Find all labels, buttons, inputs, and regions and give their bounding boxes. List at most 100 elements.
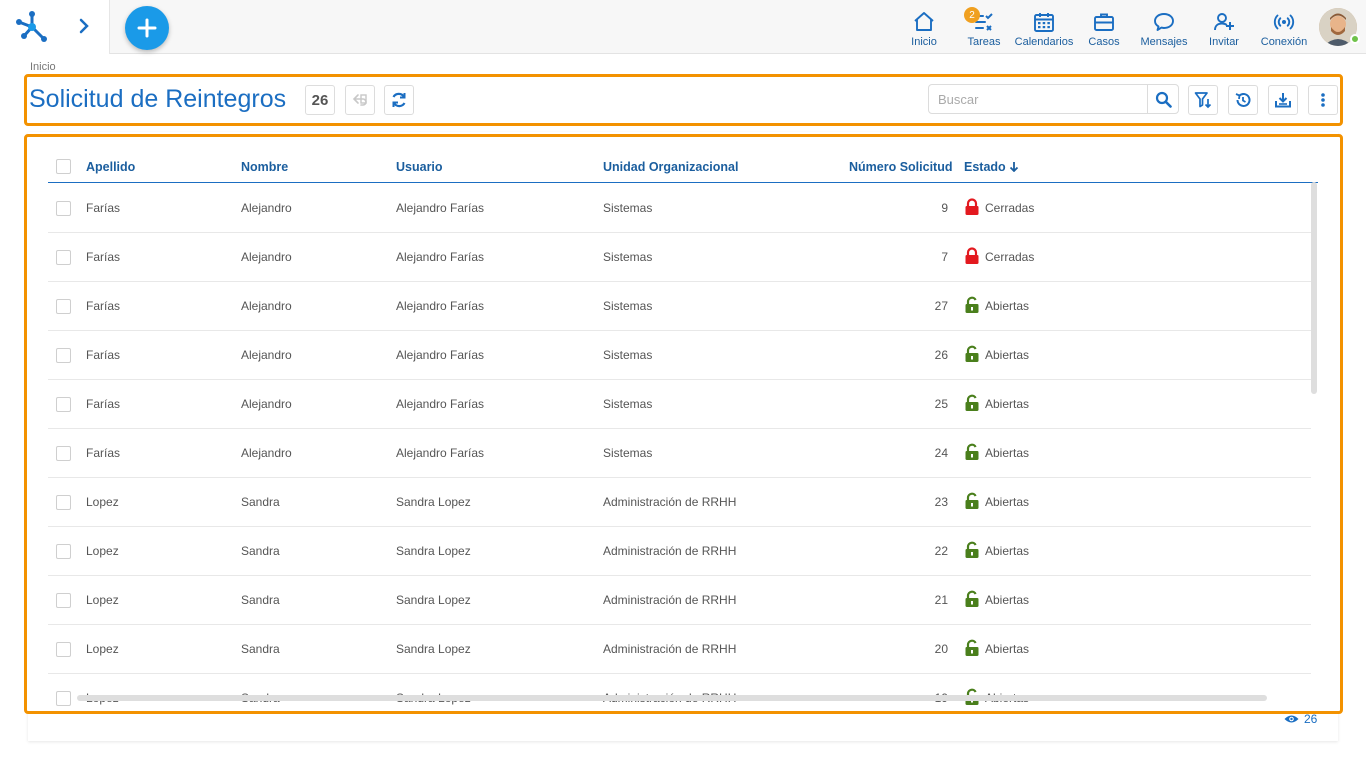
column-header-apellido[interactable]: Apellido <box>86 160 135 174</box>
row-checkbox[interactable] <box>56 250 71 265</box>
history-button[interactable] <box>1228 85 1258 115</box>
history-icon <box>1235 92 1251 107</box>
nav-calendars-label: Calendarios <box>1014 36 1074 48</box>
row-checkbox[interactable] <box>56 544 71 559</box>
lock-open-icon <box>965 345 979 362</box>
cell-apellido: Lopez <box>86 544 119 558</box>
row-checkbox[interactable] <box>56 446 71 461</box>
cell-numero: 25 <box>934 397 948 411</box>
cell-estado: Abiertas <box>985 348 1030 362</box>
nav-tasks[interactable]: Tareas 2 <box>954 0 1014 54</box>
cell-apellido: Farías <box>86 348 121 362</box>
briefcase-icon <box>1094 13 1114 31</box>
select-all-checkbox[interactable] <box>56 159 71 174</box>
cell-unidad: Sistemas <box>603 397 653 411</box>
cell-estado: Abiertas <box>985 642 1030 656</box>
cell-unidad: Sistemas <box>603 348 653 362</box>
breadcrumb[interactable]: Inicio <box>30 61 56 73</box>
cell-estado: Abiertas <box>985 446 1030 460</box>
cell-numero: 20 <box>934 642 948 656</box>
refresh-button[interactable] <box>384 85 414 115</box>
nav-connection-label: Conexión <box>1260 36 1308 48</box>
nav-tasks-label: Tareas <box>967 36 1001 48</box>
table-row[interactable]: Farías Alejandro Alejandro Farías Sistemas 7… <box>48 233 1311 282</box>
more-vertical-icon <box>1321 93 1325 107</box>
column-header-usuario[interactable]: Usuario <box>396 160 443 174</box>
table-row[interactable]: LopezSandraSandra LopezAdministración de… <box>48 625 1311 674</box>
visible-records-count: 26 <box>1304 712 1318 726</box>
row-checkbox[interactable] <box>56 348 71 363</box>
cell-apellido: Lopez <box>86 593 119 607</box>
cell-usuario: Sandra Lopez <box>396 642 471 656</box>
export-button[interactable] <box>1268 85 1298 115</box>
cell-numero: 23 <box>934 495 948 509</box>
nav-cases[interactable]: Casos <box>1074 0 1134 54</box>
column-header-unidad[interactable]: Unidad Organizacional <box>603 160 738 174</box>
cell-estado: Abiertas <box>985 397 1030 411</box>
cell-usuario: Alejandro Farías <box>396 348 485 362</box>
calendar-icon <box>1034 13 1054 32</box>
cell-estado: Abiertas <box>985 495 1030 509</box>
search-button[interactable] <box>1147 84 1179 114</box>
lock-open-icon <box>965 639 979 656</box>
back-button[interactable] <box>345 85 375 115</box>
row-checkbox[interactable] <box>56 691 71 706</box>
cell-unidad: Sistemas <box>603 299 653 313</box>
cell-nombre: Sandra <box>241 495 280 509</box>
cell-nombre: Sandra <box>241 593 280 607</box>
nav-calendars[interactable]: Calendarios <box>1014 0 1074 54</box>
nav-connection[interactable]: Conexión <box>1254 0 1314 54</box>
add-button[interactable] <box>125 6 169 50</box>
lock-closed-icon <box>965 247 979 264</box>
cell-unidad: Administración de RRHH <box>603 593 737 607</box>
chat-bubble-icon <box>1154 13 1174 31</box>
cell-estado: Cerradas <box>985 201 1035 215</box>
table-row[interactable]: Farías Alejandro Alejandro Farías Sistemas 2… <box>48 282 1311 331</box>
list-header-panel: Solicitud de Reintegros 26 <box>24 74 1343 126</box>
cell-usuario: Alejandro Farías <box>396 250 485 264</box>
column-header-numero[interactable]: Número Solicitud <box>849 160 952 174</box>
table-header: Apellido Nombre Usuario Unidad Organizac… <box>48 153 1318 183</box>
sort-descending-icon <box>1010 162 1019 173</box>
column-header-nombre[interactable]: Nombre <box>241 160 288 174</box>
table-row[interactable]: Lopez Sandra Sandra Lopez Administración de… <box>48 576 1311 625</box>
filter-button[interactable] <box>1188 85 1218 115</box>
page-title: Solicitud de Reintegros <box>29 85 287 113</box>
app-logo-icon[interactable] <box>14 9 50 45</box>
filter-sort-icon <box>1194 92 1212 109</box>
nav-home-label: Inicio <box>911 36 937 48</box>
column-header-estado-label: Estado <box>964 160 1006 174</box>
horizontal-scrollbar[interactable] <box>77 695 1267 701</box>
table-row[interactable]: Farías Alejandro Alejandro Farías Sistemas 2… <box>48 429 1311 478</box>
cell-nombre: Alejandro <box>241 299 292 313</box>
table-row[interactable]: LopezSandraSandra LopezAdministración de… <box>48 478 1311 527</box>
table-row[interactable]: LopezSandraSandra LopezAdministración de… <box>48 674 1311 711</box>
row-checkbox[interactable] <box>56 397 71 412</box>
table-row[interactable]: Farías Alejandro Alejandro Farías Sistemas 2… <box>48 380 1311 429</box>
tasks-count-badge: 2 <box>964 7 980 23</box>
cell-usuario: Sandra Lopez <box>396 593 471 607</box>
row-checkbox[interactable] <box>56 495 71 510</box>
table-row[interactable]: Farías Alejandro Alejandro Farías Sistemas 9… <box>48 184 1311 233</box>
nav-invite[interactable]: Invitar <box>1194 0 1254 54</box>
nav-messages[interactable]: Mensajes <box>1134 0 1194 54</box>
table-row[interactable]: Farías Alejandro Alejandro Farías Sistemas 2… <box>48 331 1311 380</box>
vertical-scrollbar[interactable] <box>1311 182 1317 394</box>
search-input[interactable] <box>928 84 1148 114</box>
column-header-estado[interactable]: Estado <box>964 160 1019 174</box>
row-checkbox[interactable] <box>56 642 71 657</box>
row-checkbox[interactable] <box>56 593 71 608</box>
row-checkbox[interactable] <box>56 201 71 216</box>
row-checkbox[interactable] <box>56 299 71 314</box>
record-count-badge: 26 <box>305 85 335 115</box>
cell-apellido: Farías <box>86 446 121 460</box>
nav-home[interactable]: Inicio <box>894 0 954 54</box>
cell-usuario: Alejandro Farías <box>396 299 485 313</box>
cell-nombre: Sandra <box>241 544 280 558</box>
cell-usuario: Sandra Lopez <box>396 544 471 558</box>
cell-apellido: Farías <box>86 201 121 215</box>
chevron-right-icon[interactable] <box>76 16 92 36</box>
table-row[interactable]: LopezSandraSandra LopezAdministración de… <box>48 527 1311 576</box>
cell-usuario: Alejandro Farías <box>396 397 485 411</box>
more-options-button[interactable] <box>1308 85 1338 115</box>
